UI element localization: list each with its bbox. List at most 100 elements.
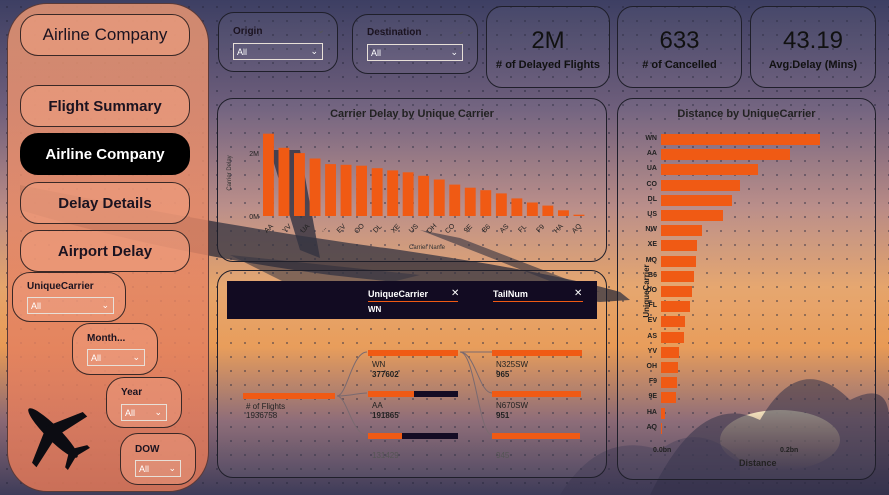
distance-category-label: DL xyxy=(647,195,657,203)
tree-node-3-remainder xyxy=(402,433,458,439)
carrier-delay-bar-9E[interactable] xyxy=(480,190,492,216)
carrier-delay-bar-AA[interactable] xyxy=(263,133,274,216)
distance-category-label: HA xyxy=(646,408,657,416)
carrier-delay-bar-EV[interactable] xyxy=(356,165,367,216)
tree-node-aa-bar[interactable] xyxy=(368,391,414,397)
origin-slicer: Origin ⌄ All ⌄ xyxy=(218,12,338,72)
carrier-delay-bar-UA[interactable] xyxy=(309,158,321,217)
app-title-button[interactable]: Airline Company xyxy=(20,14,190,56)
kpi-cancelled: 633 # of Cancelled xyxy=(617,6,742,88)
carrier-delay-x-tick-16: HA xyxy=(553,223,565,235)
carrier-delay-bar-B6[interactable] xyxy=(495,193,507,216)
close-icon[interactable]: ✕ xyxy=(574,288,582,299)
distance-bar-YV[interactable] xyxy=(661,346,680,358)
close-icon[interactable]: ✕ xyxy=(451,288,459,299)
nav-delay-details[interactable]: Delay Details xyxy=(20,182,190,224)
carrier-delay-x-tick-6: DL xyxy=(372,223,383,234)
distance-bar-UA[interactable] xyxy=(661,164,759,176)
distance-bar-US[interactable] xyxy=(661,210,723,221)
carrier-delay-x-tick-15: F9 xyxy=(535,224,546,235)
carrier-delay-bar-1[interactable] xyxy=(278,147,290,216)
carrier-delay-bar-YV[interactable] xyxy=(294,153,305,216)
carrier-delay-bar-XE[interactable] xyxy=(418,175,430,216)
nav-airport-delay[interactable]: Airport Delay xyxy=(20,230,190,272)
chevron-down-icon: ⌄ xyxy=(316,25,325,36)
distance-bar-MQ[interactable] xyxy=(661,255,696,267)
chevron-down-icon: ⌄ xyxy=(101,300,109,310)
month-value: All xyxy=(91,352,102,363)
tree-level-2-header[interactable]: TailNum xyxy=(493,289,528,299)
tree-node-n325sw-label: N325SW xyxy=(496,360,529,369)
distance-category-label: YV xyxy=(647,347,657,355)
kpi-avg-delay-label: Avg.Delay (Mins) xyxy=(768,59,858,71)
carrier-delay-bar-US[interactable] xyxy=(433,179,445,217)
tree-level-1-selected: WN xyxy=(368,305,382,314)
distance-category-label: NW xyxy=(645,226,657,234)
unique-carrier-dropdown[interactable]: All ⌄ xyxy=(27,297,114,314)
carrier-delay-bar-DL[interactable] xyxy=(402,172,414,216)
year-slicer-label: Year xyxy=(121,387,143,398)
distance-category-label: 9E xyxy=(648,393,657,401)
distance-bar-OO[interactable] xyxy=(661,286,693,297)
tree-node-n670sw-bar[interactable] xyxy=(492,391,581,397)
kpi-avg-delay: 43.19 Avg.Delay (Mins) xyxy=(750,6,876,88)
distance-bar-chart: UniqueCarrier Distance 0.0bn 0.2bn WN AA U… xyxy=(617,98,874,478)
tree-root-bar[interactable] xyxy=(243,393,335,399)
distance-bar-NW[interactable] xyxy=(661,225,702,237)
distance-bar-AQ[interactable] xyxy=(661,422,662,434)
month-dropdown[interactable]: All ⌄ xyxy=(87,349,145,366)
year-slicer: Year All ⌄ xyxy=(106,377,182,428)
destination-slicer: Destination ⌄ All ⌄ xyxy=(352,14,478,74)
carrier-delay-x-tick-10: CO xyxy=(444,222,457,235)
distance-bar-9E[interactable] xyxy=(661,392,677,404)
distance-bar-OH[interactable] xyxy=(661,362,679,373)
distance-bar-FL[interactable] xyxy=(661,301,691,313)
distance-bar-EV[interactable] xyxy=(661,316,685,328)
distance-category-label: AA xyxy=(646,150,657,158)
kpi-delayed-flights-label: # of Delayed Flights xyxy=(496,59,600,71)
kpi-cancelled-value: 633 xyxy=(659,27,700,54)
carrier-delay-bar-8[interactable] xyxy=(387,170,399,216)
carrier-delay-bar-FL[interactable] xyxy=(526,202,538,217)
tree-node-3-bar[interactable] xyxy=(368,433,402,439)
carrier-delay-bar-HA[interactable] xyxy=(558,210,569,216)
airplane-icon xyxy=(28,408,90,470)
distance-bar-HA[interactable] xyxy=(661,407,666,419)
carrier-delay-bar-4[interactable] xyxy=(325,164,336,216)
distance-x-tick-1: 0.2bn xyxy=(780,447,799,454)
carrier-delay-bar-OH[interactable] xyxy=(449,184,461,216)
distance-bar-AA[interactable] xyxy=(661,149,791,161)
distance-category-label: OH xyxy=(646,363,658,370)
carrier-delay-y-tick-1: 2M xyxy=(249,151,259,158)
carrier-delay-x-tick-13: AS xyxy=(499,223,511,235)
tree-node-6-bar[interactable] xyxy=(492,433,580,439)
dow-dropdown[interactable]: All ⌄ xyxy=(135,460,181,477)
distance-bar-F9[interactable] xyxy=(661,377,677,389)
distance-bar-XE[interactable] xyxy=(661,240,698,252)
carrier-delay-bar-AS[interactable] xyxy=(511,198,523,216)
distance-bar-B6[interactable] xyxy=(661,270,694,282)
tree-node-n325sw-bar[interactable] xyxy=(492,350,582,356)
tree-level-1-header[interactable]: UniqueCarrier xyxy=(368,289,428,299)
destination-dropdown[interactable]: All ⌄ xyxy=(367,44,463,61)
carrier-delay-bar-OO[interactable] xyxy=(371,168,383,216)
distance-bar-AS[interactable] xyxy=(661,331,684,343)
carrier-delay-x-tick-8: US xyxy=(408,223,420,235)
distance-bar-WN[interactable] xyxy=(661,134,821,145)
distance-bar-DL[interactable] xyxy=(661,194,732,206)
nav-airport-delay-label: Airport Delay xyxy=(57,242,153,260)
chevron-down-icon: ⌄ xyxy=(310,46,318,56)
distance-category-label: WN xyxy=(645,135,657,142)
carrier-delay-bar-F9[interactable] xyxy=(542,205,554,216)
year-dropdown[interactable]: All ⌄ xyxy=(121,404,167,421)
carrier-delay-bar-5[interactable] xyxy=(340,164,352,216)
carrier-delay-x-tick-12: B6 xyxy=(481,223,492,234)
nav-airline-company[interactable]: Airline Company xyxy=(20,133,190,175)
carrier-delay-bar-AQ[interactable] xyxy=(573,214,585,216)
tree-node-wn-bar[interactable] xyxy=(368,350,458,356)
carrier-delay-bar-CO[interactable] xyxy=(464,187,476,216)
origin-dropdown[interactable]: All ⌄ xyxy=(233,43,323,60)
chevron-down-icon: ⌄ xyxy=(154,407,162,417)
distance-bar-CO[interactable] xyxy=(661,179,741,191)
nav-flight-summary[interactable]: Flight Summary xyxy=(20,85,190,127)
